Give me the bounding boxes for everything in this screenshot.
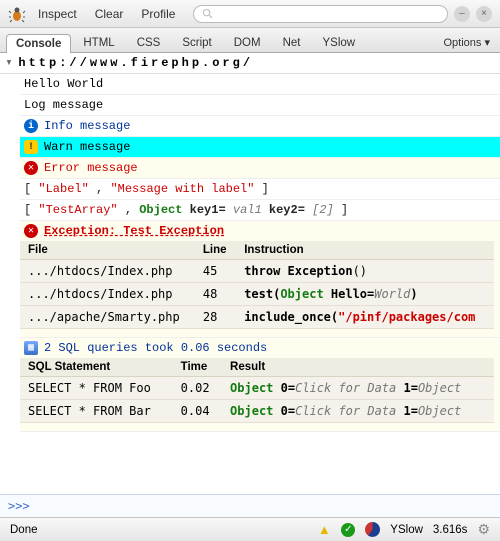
options-menu[interactable]: Options ▾ bbox=[440, 33, 495, 52]
minimize-button[interactable]: – bbox=[454, 6, 470, 22]
table-row: .../htdocs/Index.php 45 throw Exception(… bbox=[20, 260, 494, 283]
url-row[interactable]: ▼ http://www.firephp.org/ bbox=[0, 53, 500, 74]
toolbar: Inspect Clear Profile – × bbox=[0, 0, 500, 28]
col-line: Line bbox=[195, 241, 236, 260]
tab-html[interactable]: HTML bbox=[73, 33, 124, 52]
load-time: 3.616s bbox=[433, 524, 468, 536]
col-time: Time bbox=[173, 358, 222, 377]
log-row: Hello World bbox=[20, 74, 500, 95]
col-stmt: SQL Statement bbox=[20, 358, 173, 377]
profile-button[interactable]: Profile bbox=[135, 5, 181, 23]
yslow-label[interactable]: YSlow bbox=[390, 524, 423, 536]
ok-icon[interactable]: ✓ bbox=[341, 523, 355, 537]
console-prompt[interactable]: >>> bbox=[0, 494, 500, 517]
table-row: .../htdocs/Index.php 48 test(Object Hell… bbox=[20, 283, 494, 306]
url-text: http://www.firephp.org/ bbox=[18, 56, 253, 70]
table-icon: ▦ bbox=[24, 341, 38, 355]
log-row-info: i Info message bbox=[20, 116, 500, 137]
table-row: SELECT * FROM Bar 0.04 Object 0=Click fo… bbox=[20, 400, 494, 423]
log-text: Error message bbox=[44, 161, 138, 175]
search-input[interactable] bbox=[217, 8, 439, 20]
tabs-bar: Console HTML CSS Script DOM Net YSlow Op… bbox=[0, 28, 500, 53]
log-row-warn: ! Warn message bbox=[20, 137, 500, 158]
warning-icon[interactable]: ▲ bbox=[317, 523, 331, 537]
log-row: Log message bbox=[20, 95, 500, 116]
tab-dom[interactable]: DOM bbox=[224, 33, 271, 52]
log-text: Warn message bbox=[44, 140, 130, 154]
warn-icon: ! bbox=[24, 140, 38, 154]
clear-button[interactable]: Clear bbox=[89, 5, 130, 23]
tab-net[interactable]: Net bbox=[273, 33, 311, 52]
yslow-icon[interactable] bbox=[365, 522, 380, 537]
inspect-button[interactable]: Inspect bbox=[32, 5, 83, 23]
log-row-error: ✕ Error message bbox=[20, 158, 500, 179]
info-icon: i bbox=[24, 119, 38, 133]
log-text: Info message bbox=[44, 119, 130, 133]
search-field-wrapper bbox=[193, 5, 448, 23]
log-text: Hello World bbox=[24, 77, 103, 91]
exception-group: ✕ Exception: Test Exception File Line In… bbox=[20, 221, 500, 338]
log-row-label: [ "Label" , "Message with label" ] bbox=[20, 179, 500, 200]
col-instruction: Instruction bbox=[236, 241, 494, 260]
console-body: Hello World Log message i Info message !… bbox=[0, 74, 500, 494]
log-text: Log message bbox=[24, 98, 103, 112]
table-row: .../apache/Smarty.php 28 include_once("/… bbox=[20, 306, 494, 329]
error-icon: ✕ bbox=[24, 224, 38, 238]
tab-yslow[interactable]: YSlow bbox=[313, 33, 366, 52]
col-file: File bbox=[20, 241, 195, 260]
error-icon: ✕ bbox=[24, 161, 38, 175]
status-text: Done bbox=[10, 524, 38, 536]
disclosure-triangle-icon[interactable]: ▼ bbox=[7, 58, 14, 68]
log-row-array: [ "TestArray" , Object key1= val1 key2= … bbox=[20, 200, 500, 221]
exception-link[interactable]: Exception: Test Exception bbox=[44, 224, 224, 238]
sql-table: SQL Statement Time Result SELECT * FROM … bbox=[20, 358, 494, 423]
close-button[interactable]: × bbox=[476, 6, 492, 22]
table-row: SELECT * FROM Foo 0.02 Object 0=Click fo… bbox=[20, 377, 494, 400]
firebug-icon[interactable] bbox=[8, 5, 26, 23]
sql-group-title[interactable]: 2 SQL queries took 0.06 seconds bbox=[44, 341, 267, 355]
tab-css[interactable]: CSS bbox=[127, 33, 171, 52]
tab-script[interactable]: Script bbox=[172, 33, 221, 52]
status-bar: Done ▲ ✓ YSlow 3.616s ⚙ bbox=[0, 517, 500, 541]
exception-trace-table: File Line Instruction .../htdocs/Index.p… bbox=[20, 241, 494, 329]
search-icon bbox=[202, 8, 213, 19]
sql-group: ▦ 2 SQL queries took 0.06 seconds SQL St… bbox=[20, 338, 500, 432]
col-result: Result bbox=[222, 358, 494, 377]
gear-icon[interactable]: ⚙ bbox=[477, 521, 490, 538]
tab-console[interactable]: Console bbox=[6, 34, 71, 53]
